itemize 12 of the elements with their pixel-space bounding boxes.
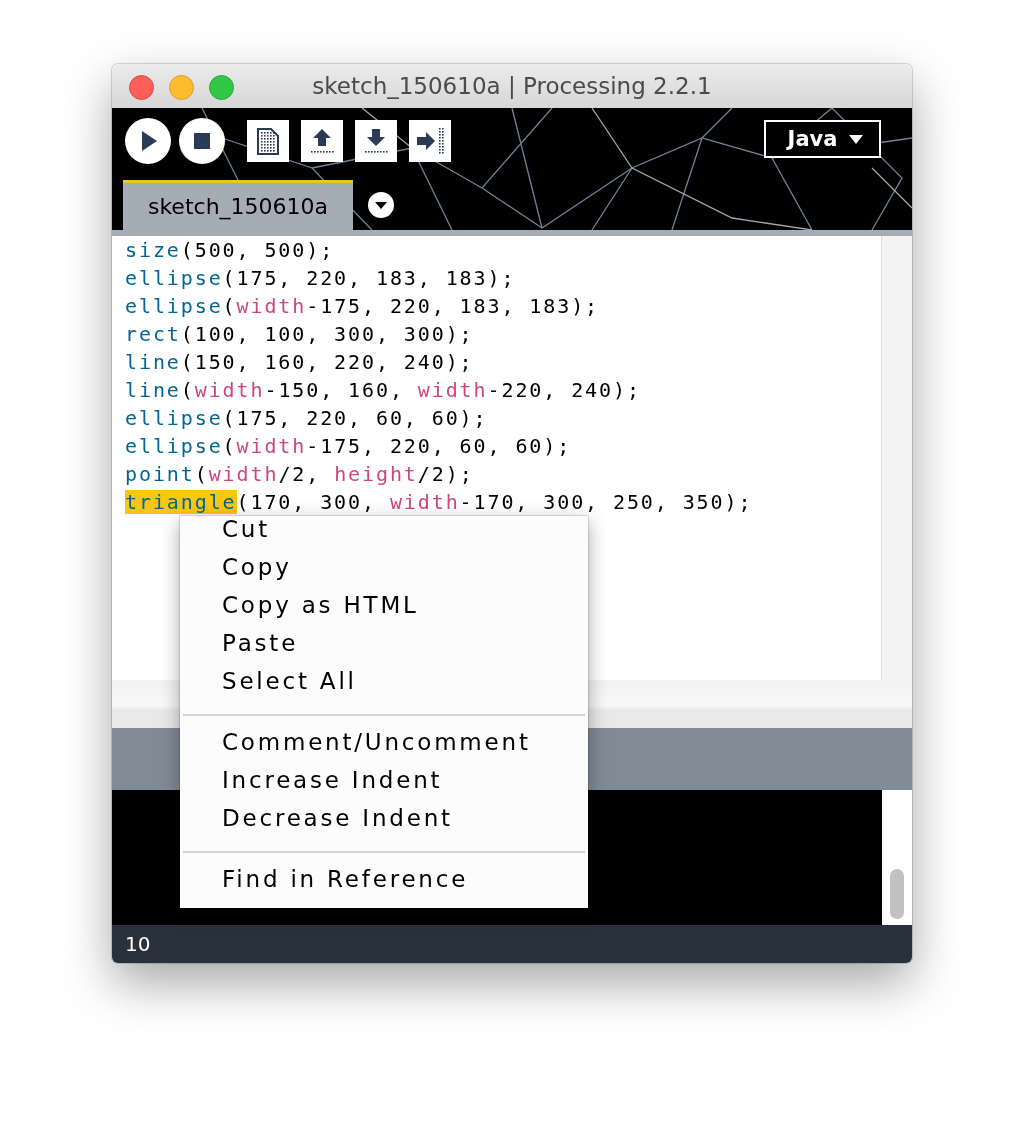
code-line: size(500, 500);: [125, 237, 336, 264]
code-line: rect(100, 100, 300, 300);: [125, 321, 475, 348]
code-line: triangle(170, 300, width-170, 300, 250, 350);: [125, 489, 754, 516]
line-number: 10: [125, 932, 151, 956]
code-line: ellipse(width-175, 220, 60, 60);: [125, 433, 573, 460]
code-line: ellipse(175, 220, 183, 183);: [125, 265, 517, 292]
code-line: line(150, 160, 220, 240);: [125, 349, 475, 376]
code-line: ellipse(175, 220, 60, 60);: [125, 405, 489, 432]
code-line: point(width/2, height/2);: [125, 461, 475, 488]
code-line: line(width-150, 160, width-220, 240);: [125, 377, 642, 404]
window-title: sketch_150610a | Processing 2.2.1: [312, 73, 712, 99]
code-line: ellipse(width-175, 220, 183, 183);: [125, 293, 601, 320]
